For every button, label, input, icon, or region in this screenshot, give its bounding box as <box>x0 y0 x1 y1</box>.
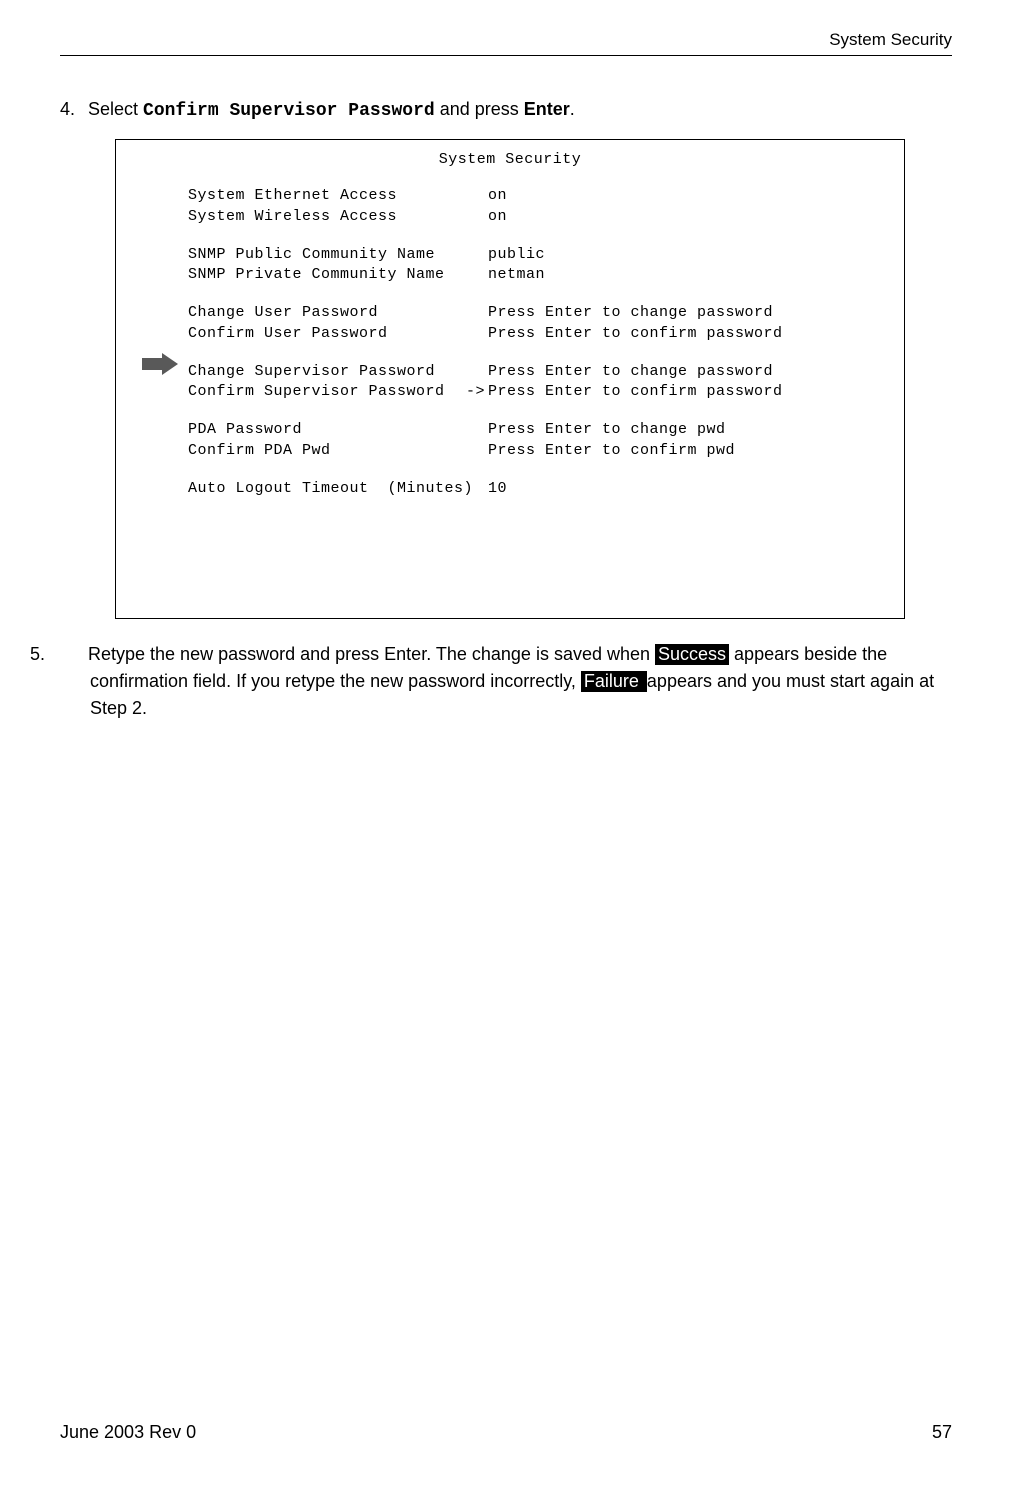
row-gap <box>116 285 904 303</box>
row-selector <box>466 324 488 344</box>
screen-row: Confirm Supervisor Password->Press Enter… <box>116 382 904 402</box>
step-5-t1: Retype the new password and press Enter.… <box>88 644 655 664</box>
screenshot-figure: System Security System Ethernet Access o… <box>115 139 952 619</box>
row-selector <box>466 420 488 440</box>
row-value: on <box>488 207 904 227</box>
page-footer: June 2003 Rev 0 57 <box>60 1422 952 1443</box>
row-label: Confirm Supervisor Password <box>188 382 466 402</box>
step-4-num: 4. <box>60 96 88 123</box>
row-gap <box>116 344 904 362</box>
screen-row: Confirm PDA Pwd Press Enter to confirm p… <box>116 441 904 461</box>
row-label: SNMP Public Community Name <box>188 245 466 265</box>
row-selector <box>466 479 488 499</box>
screen-row: Auto Logout Timeout (Minutes) 10 <box>116 479 904 499</box>
row-label: Confirm PDA Pwd <box>188 441 466 461</box>
row-label: Confirm User Password <box>188 324 466 344</box>
step-5: 5.Retype the new password and press Ente… <box>60 641 952 722</box>
step-5-num: 5. <box>60 641 88 668</box>
row-selector <box>466 207 488 227</box>
success-badge: Success <box>655 644 729 665</box>
screen-row: Change User Password Press Enter to chan… <box>116 303 904 323</box>
row-label: System Ethernet Access <box>188 186 466 206</box>
screen-title: System Security <box>116 150 904 170</box>
arrow-icon <box>142 353 178 375</box>
row-gap <box>116 461 904 479</box>
step-4-bold: Enter <box>524 99 570 119</box>
screen-row: Confirm User Password Press Enter to con… <box>116 324 904 344</box>
row-label: SNMP Private Community Name <box>188 265 466 285</box>
row-value: Press Enter to confirm password <box>488 382 904 402</box>
row-gap <box>116 227 904 245</box>
step-4-mono: Confirm Supervisor Password <box>143 101 435 121</box>
row-value: Press Enter to change password <box>488 362 904 382</box>
row-label: Auto Logout Timeout (Minutes) <box>188 479 466 499</box>
screen-row: SNMP Public Community Name public <box>116 245 904 265</box>
row-label: System Wireless Access <box>188 207 466 227</box>
row-label: Change User Password <box>188 303 466 323</box>
terminal-screen: System Security System Ethernet Access o… <box>115 139 905 619</box>
step-4: 4.Select Confirm Supervisor Password and… <box>60 96 952 125</box>
row-selector <box>466 362 488 382</box>
row-selector <box>466 186 488 206</box>
step-4-text-pre: Select <box>88 99 143 119</box>
screen-row: Change Supervisor Password Press Enter t… <box>116 362 904 382</box>
row-label: PDA Password <box>188 420 466 440</box>
row-value: netman <box>488 265 904 285</box>
row-selector <box>466 303 488 323</box>
row-value: Press Enter to confirm password <box>488 324 904 344</box>
row-gap <box>116 402 904 420</box>
row-value: public <box>488 245 904 265</box>
row-value: Press Enter to confirm pwd <box>488 441 904 461</box>
page-header: System Security <box>60 30 952 56</box>
row-selector <box>466 245 488 265</box>
row-value: Press Enter to change pwd <box>488 420 904 440</box>
footer-right: 57 <box>932 1422 952 1443</box>
row-selector <box>466 441 488 461</box>
row-selector <box>466 265 488 285</box>
step-4-text-mid: and press <box>435 99 524 119</box>
footer-left: June 2003 Rev 0 <box>60 1422 196 1443</box>
screen-row: SNMP Private Community Name netman <box>116 265 904 285</box>
screen-row: System Wireless Access on <box>116 207 904 227</box>
step-4-text-post: . <box>570 99 575 119</box>
screen-row: PDA Password Press Enter to change pwd <box>116 420 904 440</box>
row-value: Press Enter to change password <box>488 303 904 323</box>
failure-badge: Failure <box>581 671 647 692</box>
screen-row: System Ethernet Access on <box>116 186 904 206</box>
row-value: on <box>488 186 904 206</box>
row-label: Change Supervisor Password <box>188 362 466 382</box>
row-value: 10 <box>488 479 904 499</box>
row-selector: -> <box>466 382 488 402</box>
